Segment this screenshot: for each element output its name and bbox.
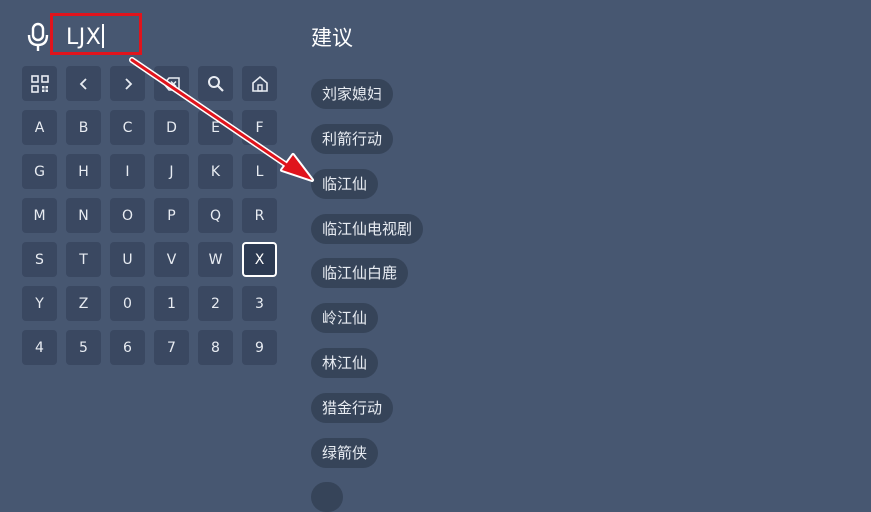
key-w[interactable]: W [198,242,233,277]
backspace-key[interactable] [154,66,189,101]
key-t[interactable]: T [66,242,101,277]
key-2[interactable]: 2 [198,286,233,321]
key-c[interactable]: C [110,110,145,145]
key-h[interactable]: H [66,154,101,189]
suggestion-item[interactable]: 猎金行动 [311,393,394,423]
backspace-icon [162,76,180,91]
right-arrow-icon [124,77,132,90]
suggestion-item[interactable]: 岭江仙 [311,303,379,333]
suggestion-item[interactable]: 临江仙 [311,169,379,199]
key-m[interactable]: M [22,198,57,233]
annotation-highlight-box [50,13,142,55]
key-r[interactable]: R [242,198,277,233]
key-l[interactable]: L [242,154,277,189]
home-icon [251,75,268,92]
right-arrow-key[interactable] [110,66,145,101]
qr-code-icon [30,74,49,93]
key-1[interactable]: 1 [154,286,189,321]
search-key[interactable] [198,66,233,101]
key-6[interactable]: 6 [110,330,145,365]
suggestion-item-partial[interactable] [311,482,343,512]
key-7[interactable]: 7 [154,330,189,365]
qr-code-key[interactable] [22,66,57,101]
key-v[interactable]: V [154,242,189,277]
key-z[interactable]: Z [66,286,101,321]
key-a[interactable]: A [22,110,57,145]
key-u[interactable]: U [110,242,145,277]
suggestion-item[interactable]: 临江仙电视剧 [311,214,424,244]
microphone-icon[interactable] [24,22,52,52]
key-5[interactable]: 5 [66,330,101,365]
suggestion-item[interactable]: 绿箭侠 [311,438,379,468]
key-s[interactable]: S [22,242,57,277]
suggestion-item[interactable]: 利箭行动 [311,124,394,154]
key-o[interactable]: O [110,198,145,233]
key-f[interactable]: F [242,110,277,145]
key-0[interactable]: 0 [110,286,145,321]
suggestion-item[interactable]: 林江仙 [311,348,379,378]
key-n[interactable]: N [66,198,101,233]
left-arrow-icon [79,77,87,90]
key-d[interactable]: D [154,110,189,145]
suggestion-item[interactable]: 临江仙白鹿 [311,258,409,288]
key-e[interactable]: E [198,110,233,145]
key-4[interactable]: 4 [22,330,57,365]
key-9[interactable]: 9 [242,330,277,365]
key-i[interactable]: I [110,154,145,189]
suggestions-title: 建议 [311,26,353,50]
key-q[interactable]: Q [198,198,233,233]
key-j[interactable]: J [154,154,189,189]
key-k[interactable]: K [198,154,233,189]
suggestion-item[interactable]: 刘家媳妇 [311,79,394,109]
key-p[interactable]: P [154,198,189,233]
key-b[interactable]: B [66,110,101,145]
key-y[interactable]: Y [22,286,57,321]
key-x-selected[interactable]: X [242,242,277,277]
left-arrow-key[interactable] [66,66,101,101]
home-key[interactable] [242,66,277,101]
key-8[interactable]: 8 [198,330,233,365]
search-icon [207,75,224,92]
key-3[interactable]: 3 [242,286,277,321]
key-g[interactable]: G [22,154,57,189]
